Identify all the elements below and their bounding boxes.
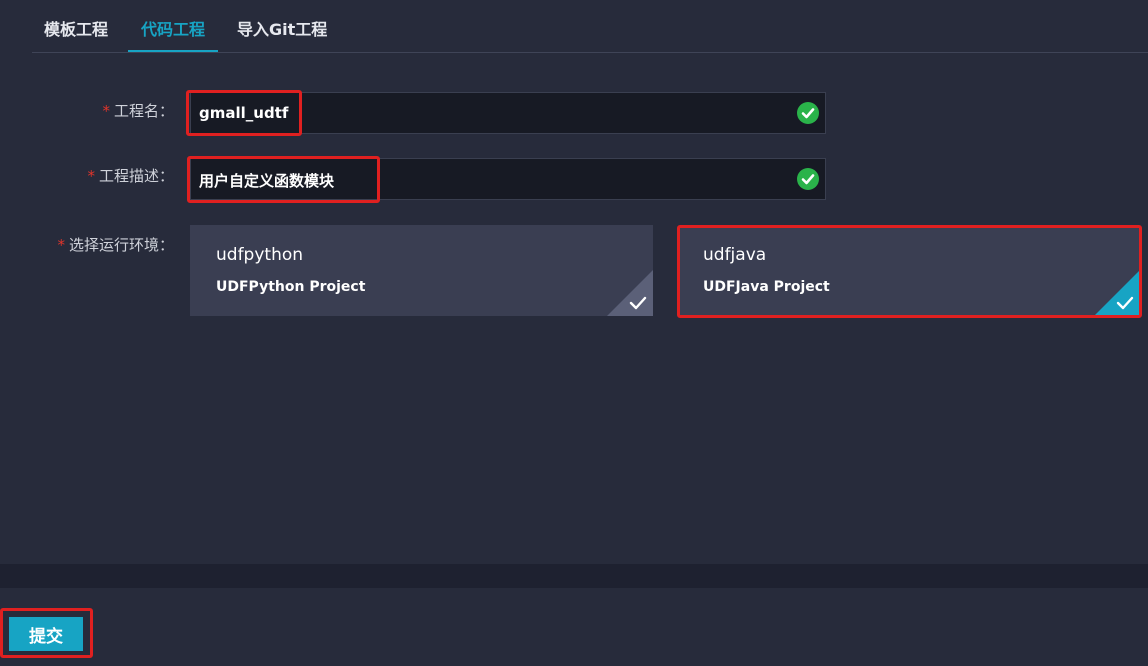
submit-button[interactable]: 提交 bbox=[9, 617, 83, 651]
unselected-check-icon bbox=[607, 270, 653, 316]
required-mark: * bbox=[57, 236, 65, 254]
selected-check-icon bbox=[1094, 270, 1140, 316]
valid-check-icon bbox=[797, 168, 819, 190]
project-name-label: * 工程名： bbox=[102, 102, 174, 120]
tab-code-project[interactable]: 代码工程 bbox=[141, 16, 205, 40]
required-mark: * bbox=[87, 167, 95, 185]
project-name-input[interactable]: gmall_udtf bbox=[190, 92, 826, 134]
valid-check-icon bbox=[797, 102, 819, 124]
tab-template-project[interactable]: 模板工程 bbox=[44, 16, 108, 40]
project-name-value: gmall_udtf bbox=[199, 104, 289, 122]
env-label: * 选择运行环境： bbox=[57, 236, 174, 254]
project-type-tabs: 模板工程 代码工程 导入Git工程 bbox=[32, 0, 1148, 53]
required-mark: * bbox=[102, 102, 110, 120]
env-option-title: udfpython bbox=[216, 245, 304, 265]
project-desc-label: * 工程描述： bbox=[87, 167, 174, 185]
env-option-title: udfjava bbox=[703, 245, 767, 265]
env-option-udfpython[interactable]: udfpython UDFPython Project bbox=[190, 225, 653, 316]
footer-divider bbox=[0, 564, 1148, 588]
tab-import-git-project[interactable]: 导入Git工程 bbox=[237, 16, 327, 40]
env-option-subtitle: UDFPython Project bbox=[216, 279, 366, 295]
active-tab-indicator bbox=[128, 50, 218, 52]
project-desc-input[interactable]: 用户自定义函数模块 bbox=[190, 158, 826, 200]
env-option-udfjava[interactable]: udfjava UDFJava Project bbox=[679, 227, 1140, 316]
env-option-subtitle: UDFJava Project bbox=[703, 279, 830, 295]
project-desc-value: 用户自定义函数模块 bbox=[199, 172, 335, 190]
